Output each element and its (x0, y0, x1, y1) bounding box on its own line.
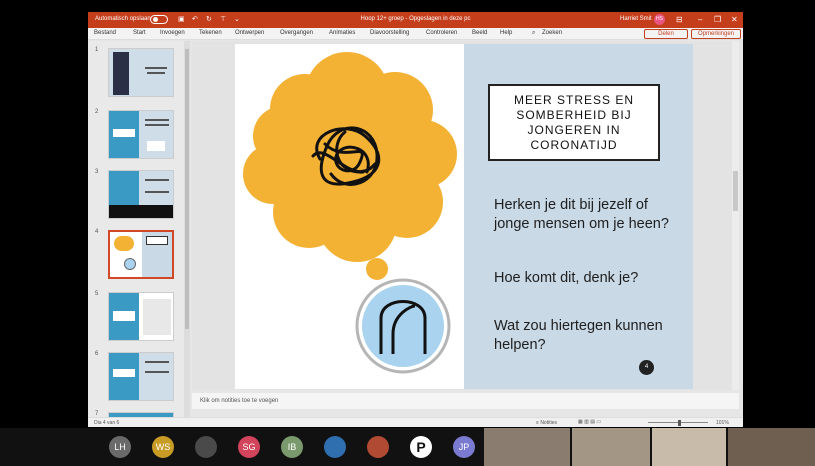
participant-avatar[interactable]: LH (109, 436, 131, 458)
title-bar: Automatisch opslaan ▣ ↶ ↻ ⊤ ⌄ Hoop 12+ g… (88, 12, 743, 28)
menu-beeld[interactable]: Beeld (472, 30, 487, 36)
menu-start[interactable]: Start (133, 30, 146, 36)
thumb-number: 5 (95, 291, 99, 297)
menu-bar: Bestand Start Invoegen Tekenen Ontwerpen… (88, 28, 743, 40)
menu-ontwerpen[interactable]: Ontwerpen (235, 30, 264, 36)
participant-video[interactable] (484, 428, 570, 466)
slide-scroll-thumb[interactable] (733, 171, 738, 211)
zoom-level[interactable]: 101% (716, 420, 729, 426)
ribbon-display-icon[interactable]: ⊟ (676, 15, 683, 24)
notes-toggle-button[interactable]: ≡ Notities (536, 420, 557, 426)
menu-bestand[interactable]: Bestand (94, 30, 116, 36)
thumb-number: 2 (95, 109, 99, 115)
participant-avatar[interactable]: SG (238, 436, 260, 458)
participant-avatar[interactable] (324, 436, 346, 458)
slide-thumbnails-pane: 1 2 3 4 5 6 7 (88, 41, 190, 419)
thumbnail-slide-6[interactable] (108, 352, 174, 401)
participant-avatar[interactable]: WS (152, 436, 174, 458)
thought-cloud (243, 52, 457, 280)
participant-video[interactable] (572, 428, 650, 466)
page-number-badge: 4 (639, 360, 654, 375)
slide[interactable]: MEER STRESS EN SOMBERHEID BIJ JONGEREN I… (235, 44, 693, 389)
thumbnail-slide-2[interactable] (108, 110, 174, 159)
slide-scrollbar[interactable] (732, 41, 739, 390)
question-2: Hoe komt dit, denk je? (494, 270, 639, 286)
thumbnail-slide-4[interactable] (108, 230, 174, 279)
status-bar: Dia 4 van 6 ≡ Notities ▦ ▥ ▤ ▭ 101% (88, 417, 743, 427)
user-name[interactable]: Harriet Smit (620, 16, 652, 22)
slide-text-panel: MEER STRESS EN SOMBERHEID BIJ JONGEREN I… (464, 44, 693, 389)
menu-zoeken[interactable]: Zoeken (542, 30, 562, 36)
minimize-icon[interactable]: – (698, 15, 702, 24)
slide-title: MEER STRESS EN SOMBERHEID BIJ JONGEREN I… (488, 84, 660, 161)
video-call-participants: LH WS SG IB P JP (0, 428, 815, 466)
thumbnails-scroll-thumb[interactable] (185, 49, 189, 329)
question-1: Herken je dit bij jezelf of jonge mensen… (494, 197, 669, 232)
zoom-slider-knob[interactable] (678, 420, 681, 426)
stress-cloud-illustration (243, 52, 457, 374)
participant-avatar[interactable]: IB (281, 436, 303, 458)
share-button[interactable]: Delen (644, 29, 688, 39)
close-icon[interactable]: ✕ (731, 15, 738, 24)
thumbnail-slide-3[interactable] (108, 170, 174, 219)
comments-button[interactable]: Opmerkingen (691, 29, 741, 39)
restore-icon[interactable]: ❐ (714, 15, 721, 24)
menu-overgangen[interactable]: Overgangen (280, 30, 313, 36)
slide-canvas: MEER STRESS EN SOMBERHEID BIJ JONGEREN I… (192, 41, 739, 390)
menu-diavoorstelling[interactable]: Diavoorstelling (370, 30, 409, 36)
menu-animaties[interactable]: Animaties (329, 30, 355, 36)
question-3: Wat zou hiertegen kunnen helpen? (494, 318, 663, 353)
powerpoint-window: Automatisch opslaan ▣ ↶ ↻ ⊤ ⌄ Hoop 12+ g… (88, 12, 743, 427)
thumb-number: 3 (95, 169, 99, 175)
menu-tekenen[interactable]: Tekenen (199, 30, 222, 36)
thumb-number: 1 (95, 47, 99, 53)
slide-count: Dia 4 van 6 (94, 420, 120, 426)
user-avatar[interactable]: HS (654, 14, 665, 25)
notes-toggle-label: Notities (540, 420, 557, 426)
menu-help[interactable]: Help (500, 30, 512, 36)
face-circle-icon (355, 278, 451, 374)
participant-avatar[interactable] (367, 436, 389, 458)
menu-invoegen[interactable]: Invoegen (160, 30, 185, 36)
thumbnail-slide-1[interactable] (108, 48, 174, 97)
view-buttons[interactable]: ▦ ▥ ▤ ▭ (578, 419, 601, 425)
thumbnail-slide-5[interactable] (108, 292, 174, 341)
notes-placeholder: Klik om notities toe te voegen (200, 398, 279, 404)
participant-video[interactable] (652, 428, 726, 466)
thumb-number: 4 (95, 229, 99, 235)
menu-controleren[interactable]: Controleren (426, 30, 457, 36)
search-icon[interactable]: ⌕ (532, 30, 535, 37)
participant-video[interactable] (728, 428, 815, 466)
participant-avatar[interactable] (195, 436, 217, 458)
participant-avatar[interactable]: P (410, 436, 432, 458)
thumb-number: 6 (95, 351, 99, 357)
participant-avatar[interactable]: JP (453, 436, 475, 458)
screen: Automatisch opslaan ▣ ↶ ↻ ⊤ ⌄ Hoop 12+ g… (0, 0, 815, 466)
notes-pane[interactable]: Klik om notities toe te voegen (192, 393, 739, 409)
